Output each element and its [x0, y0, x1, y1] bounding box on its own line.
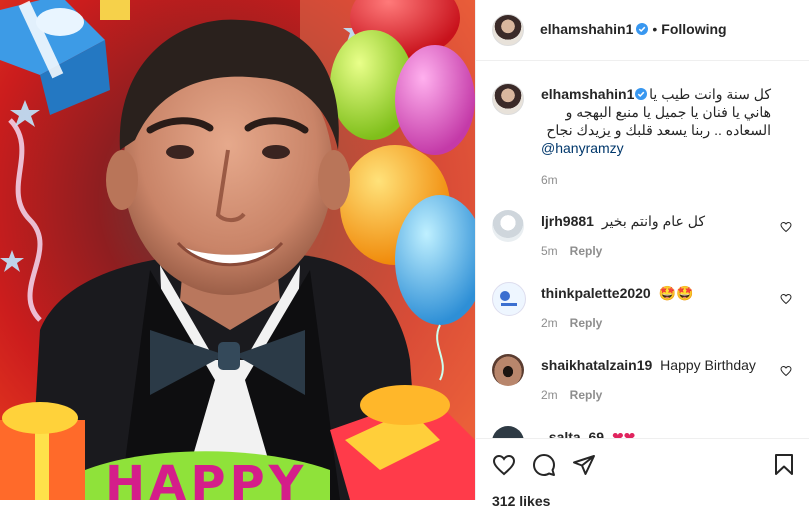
birthday-photo-illustration: HAPPY — [0, 0, 475, 500]
caption-line-3: السعاده .. ربنا يسعد قلبك و يزيدك نجاح — [546, 122, 771, 138]
like-comment-heart-icon[interactable] — [780, 221, 792, 233]
comments-list[interactable]: elhamshahin1 كل سنة وانت طيب يا هاني يا … — [476, 61, 809, 438]
caption-username[interactable]: elhamshahin1 — [541, 85, 634, 103]
commenter-avatar[interactable] — [492, 426, 524, 438]
likes-count[interactable]: 312 likes — [492, 493, 550, 509]
comment-time[interactable]: 2m — [541, 388, 558, 402]
gift-box-bottom-left — [0, 402, 85, 500]
commenter-username[interactable]: ljrh9881 — [541, 213, 594, 229]
commenter-username[interactable]: thinkpalette2020 — [541, 285, 651, 301]
caption-timestamp[interactable]: 6m — [541, 171, 771, 189]
comment-text: كل عام وانتم بخير — [601, 213, 706, 229]
caption: elhamshahin1 كل سنة وانت طيب يا هاني يا … — [541, 85, 771, 189]
header-line: elhamshahin1 • Following — [540, 21, 727, 39]
reply-button[interactable]: Reply — [570, 388, 603, 402]
commenter-avatar[interactable] — [492, 354, 524, 386]
caption-line-1: كل سنة وانت طيب يا — [649, 86, 771, 102]
post-image[interactable]: HAPPY — [0, 0, 475, 500]
comment-body: shaikhatalzain19 Happy Birthday — [541, 356, 756, 374]
commenter-username[interactable]: _salta_69 — [541, 429, 604, 438]
heart-icon[interactable] — [492, 453, 516, 477]
like-comment-heart-icon[interactable] — [780, 365, 792, 377]
commenter-username[interactable]: shaikhatalzain19 — [541, 357, 652, 373]
post-actions-bar: 312 likes — [476, 438, 809, 509]
reply-button[interactable]: Reply — [570, 244, 603, 258]
comment-meta: 2m Reply — [541, 388, 602, 402]
commenter-avatar[interactable] — [492, 210, 524, 242]
reply-button[interactable]: Reply — [570, 316, 603, 330]
post-side-panel: elhamshahin1 • Following elhamshahin1 كل س… — [475, 0, 809, 509]
comment-time[interactable]: 5m — [541, 244, 558, 258]
comment-meta: 5m Reply — [541, 244, 602, 258]
author-username[interactable]: elhamshahin1 — [540, 21, 633, 37]
verified-badge-icon — [636, 23, 649, 35]
comment-text: ❤❤ — [611, 429, 636, 438]
share-icon[interactable] — [572, 453, 596, 477]
comment-body: thinkpalette2020 🤩🤩 — [541, 284, 693, 302]
caption-avatar[interactable] — [492, 83, 524, 115]
comment-time[interactable]: 2m — [541, 316, 558, 330]
comment-body: ljrh9881 كل عام وانتم بخير — [541, 212, 705, 230]
comment-meta: 2m Reply — [541, 316, 602, 330]
think-palette-logo-icon — [500, 291, 517, 306]
commenter-avatar[interactable] — [492, 282, 526, 316]
comment-text: 🤩🤩 — [658, 285, 694, 301]
comment-body: _salta_69 ❤❤ — [541, 428, 635, 438]
comment-text: Happy Birthday — [660, 357, 756, 373]
happy-banner: HAPPY — [85, 451, 330, 500]
like-comment-heart-icon[interactable] — [780, 293, 792, 305]
caption-line-2: هاني يا فنان يا جميل يا منبع البهجه و — [565, 104, 771, 120]
caption-mention-link[interactable]: @hanyramzy — [541, 139, 771, 157]
bookmark-icon[interactable] — [772, 453, 796, 477]
comment-icon[interactable] — [532, 453, 556, 477]
author-avatar[interactable] — [492, 14, 524, 46]
verified-badge-icon — [635, 88, 647, 100]
separator-dot: • — [652, 21, 658, 37]
banner-text: HAPPY — [105, 456, 307, 500]
post-header: elhamshahin1 • Following — [476, 0, 809, 61]
following-button[interactable]: Following — [661, 21, 726, 37]
